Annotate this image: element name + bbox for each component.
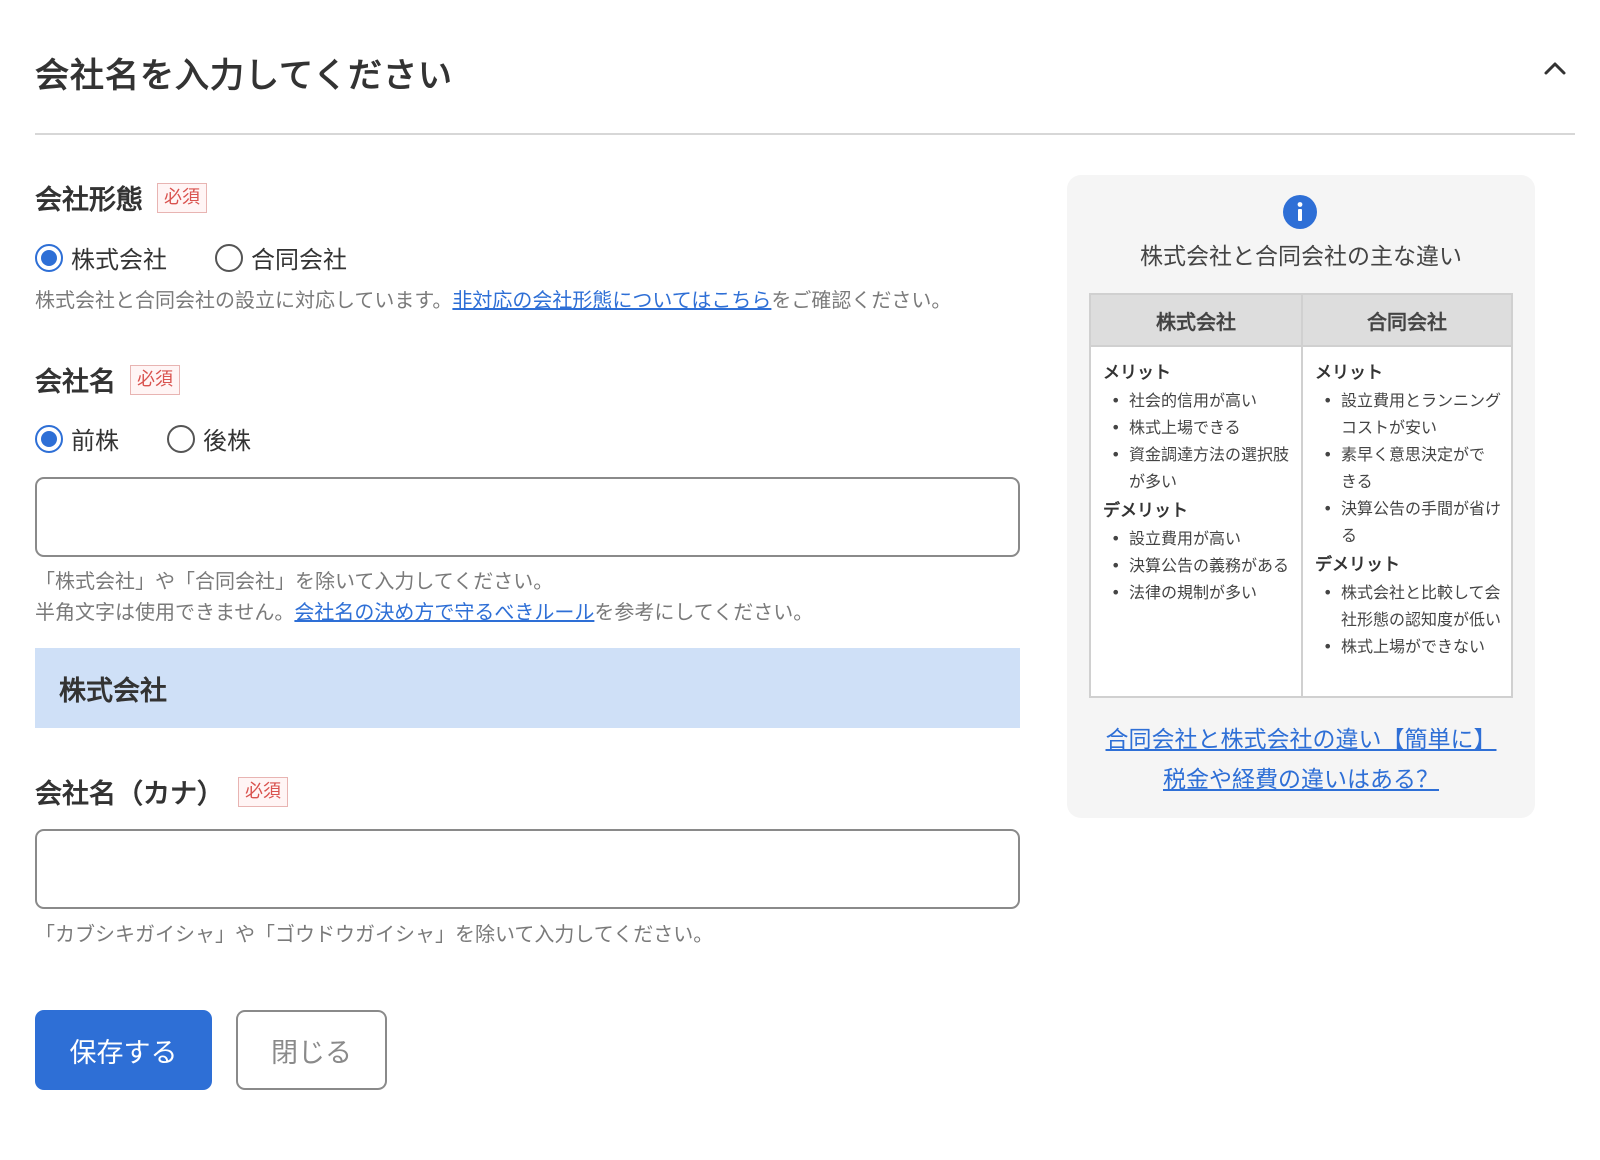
help-line-2: 半角文字は使用できません。会社名の決め方で守るべきルールを参考にしてください。 [35, 597, 813, 628]
radio-button-checked[interactable] [35, 243, 63, 272]
save-button[interactable]: 保存する [35, 1010, 212, 1090]
article-link-line2[interactable]: 税金や経費の違いはある？ [1163, 767, 1439, 793]
help-text: 株式会社と合同会社の設立に対応しています。 [35, 288, 453, 312]
radio-button[interactable] [215, 243, 243, 272]
section-header: 会社名を入力してください [35, 40, 1575, 135]
radio-label: 後株 [203, 427, 251, 455]
help-text: 半角文字は使用できません。 [35, 600, 295, 624]
merit-list: 設立費用とランニングコストが安い 素早く意思決定ができる 決算公告の手間が省ける [1315, 387, 1501, 549]
company-kana-label: 会社名（カナ） 必須 [35, 772, 288, 811]
collapse-button[interactable] [1535, 48, 1575, 88]
list-item: 設立費用とランニングコストが安い [1315, 387, 1501, 441]
company-name-position-radio-group: 前株 後株 [35, 421, 299, 456]
company-type-label: 会社形態 必須 [35, 178, 207, 217]
radio-label: 前株 [71, 427, 119, 455]
list-item: 法律の規制が多い [1103, 579, 1291, 606]
required-badge: 必須 [130, 364, 180, 395]
radio-kabushiki[interactable]: 株式会社 [35, 240, 167, 275]
merit-list: 社会的信用が高い 株式上場できる 資金調達方法の選択肢が多い [1103, 387, 1291, 495]
company-name-help: 「株式会社」や「合同会社」を除いて入力してください。 半角文字は使用できません。… [35, 566, 813, 628]
company-name-label: 会社名 必須 [35, 360, 180, 399]
list-item: 株式上場できる [1103, 414, 1291, 441]
merit-heading: メリット [1315, 363, 1383, 383]
comparison-title: 株式会社と合同会社の主な違い [1140, 244, 1462, 270]
company-type-radio-group: 株式会社 合同会社 [35, 240, 395, 275]
demerit-heading: デメリット [1103, 501, 1188, 521]
radio-button-checked[interactable] [35, 424, 63, 453]
list-item: 株式会社と比較して会社形態の認知度が低い [1315, 579, 1501, 633]
company-kana-help: 「カブシキガイシャ」や「ゴウドウガイシャ」を除いて入力してください。 [35, 922, 714, 946]
demerit-list: 設立費用が高い 決算公告の義務がある 法律の規制が多い [1103, 525, 1291, 606]
comparison-column-kabushiki: 株式会社 メリット 社会的信用が高い 株式上場できる 資金調達方法の選択肢が多い… [1091, 295, 1301, 696]
comparison-article-link[interactable]: 合同会社と株式会社の違い【簡単に】 税金や経費の違いはある？ [1067, 720, 1535, 800]
list-item: 株式上場ができない [1315, 633, 1501, 660]
info-icon [1283, 195, 1317, 229]
required-badge: 必須 [238, 776, 288, 807]
merit-heading: メリット [1103, 363, 1171, 383]
company-kana-input[interactable] [35, 829, 1020, 909]
company-type-label-text: 会社形態 [35, 185, 143, 216]
company-name-input[interactable] [35, 477, 1020, 557]
help-text: 「株式会社」や「合同会社」を除いて入力してください。 [35, 569, 554, 593]
company-type-help: 株式会社と合同会社の設立に対応しています。非対応の会社形態についてはこちらをご確… [35, 285, 951, 316]
list-item: 素早く意思決定ができる [1315, 441, 1501, 495]
demerit-heading: デメリット [1315, 555, 1400, 575]
radio-maekabu[interactable]: 前株 [35, 421, 119, 456]
column-header: 合同会社 [1303, 295, 1511, 347]
naming-rules-link[interactable]: 会社名の決め方で守るべきルール [294, 600, 594, 624]
comparison-column-godo: 合同会社 メリット 設立費用とランニングコストが安い 素早く意思決定ができる 決… [1301, 295, 1511, 696]
page-title: 会社名を入力してください [35, 56, 453, 96]
comparison-panel: 株式会社と合同会社の主な違い 株式会社 メリット 社会的信用が高い 株式上場でき… [1067, 175, 1535, 818]
article-link-line1[interactable]: 合同会社と株式会社の違い【簡単に】 [1106, 727, 1497, 753]
demerit-list: 株式会社と比較して会社形態の認知度が低い 株式上場ができない [1315, 579, 1501, 660]
close-button[interactable]: 閉じる [236, 1010, 387, 1090]
list-item: 設立費用が高い [1103, 525, 1291, 552]
unsupported-types-link[interactable]: 非対応の会社形態についてはこちら [452, 288, 771, 312]
company-name-label-text: 会社名 [35, 367, 116, 398]
radio-label: 株式会社 [71, 246, 167, 274]
help-text: をご確認ください。 [771, 288, 952, 312]
list-item: 資金調達方法の選択肢が多い [1103, 441, 1291, 495]
list-item: 決算公告の手間が省ける [1315, 495, 1501, 549]
list-item: 社会的信用が高い [1103, 387, 1291, 414]
list-item: 決算公告の義務がある [1103, 552, 1291, 579]
comparison-table: 株式会社 メリット 社会的信用が高い 株式上場できる 資金調達方法の選択肢が多い… [1089, 293, 1513, 698]
radio-button[interactable] [167, 424, 195, 453]
required-badge: 必須 [157, 182, 207, 213]
help-text: を参考にしてください。 [594, 600, 814, 624]
chevron-up-icon [1544, 62, 1566, 75]
radio-label: 合同会社 [251, 246, 347, 274]
column-header: 株式会社 [1091, 295, 1301, 347]
company-name-preview: 株式会社 [35, 648, 1020, 728]
radio-godo[interactable]: 合同会社 [215, 240, 347, 275]
company-kana-label-text: 会社名（カナ） [35, 779, 224, 810]
radio-atokabu[interactable]: 後株 [167, 421, 251, 456]
